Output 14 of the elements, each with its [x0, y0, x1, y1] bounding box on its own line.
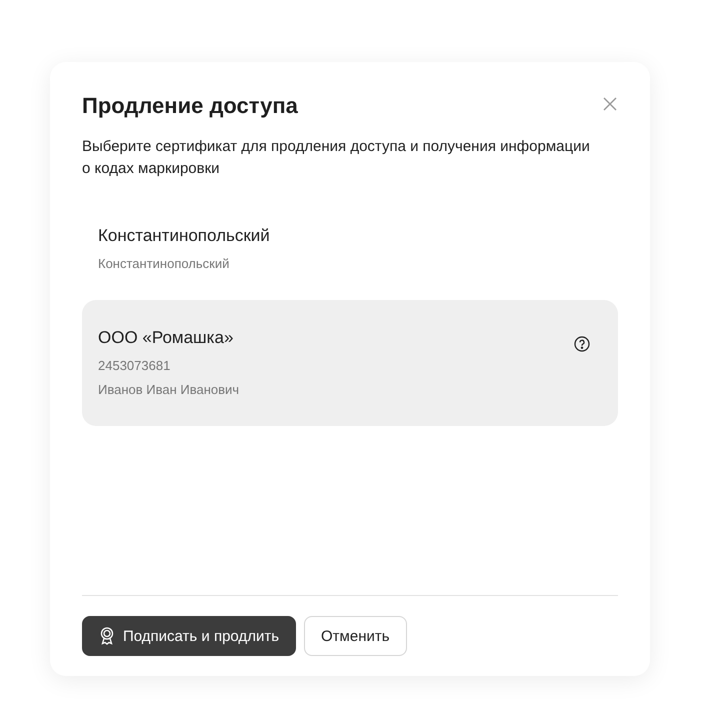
- sign-button[interactable]: Подписать и продлить: [82, 616, 296, 656]
- certificate-name: Константинопольский: [98, 225, 270, 247]
- help-icon[interactable]: [574, 336, 590, 352]
- certificate-detail: Иванов Иван Иванович: [98, 382, 240, 398]
- certificate-detail: Константинопольский: [98, 256, 230, 272]
- certificate-item[interactable]: Константинопольский Константинопольский: [82, 210, 618, 284]
- award-icon: [99, 627, 115, 645]
- dialog-description: Выберите сертификат для продления доступа и получения информации о кодах маркировки: [82, 137, 591, 179]
- cancel-button[interactable]: Отменить: [304, 616, 407, 656]
- certificate-item[interactable]: ООО «Ромашка» 2453073681 Иванов Иван Иванович: [82, 300, 618, 426]
- dialog-title: Продление доступа: [82, 92, 298, 120]
- certificate-name: ООО «Ромашка»: [98, 327, 234, 349]
- certificate-detail: 2453073681: [98, 358, 172, 374]
- close-button[interactable]: [602, 96, 618, 112]
